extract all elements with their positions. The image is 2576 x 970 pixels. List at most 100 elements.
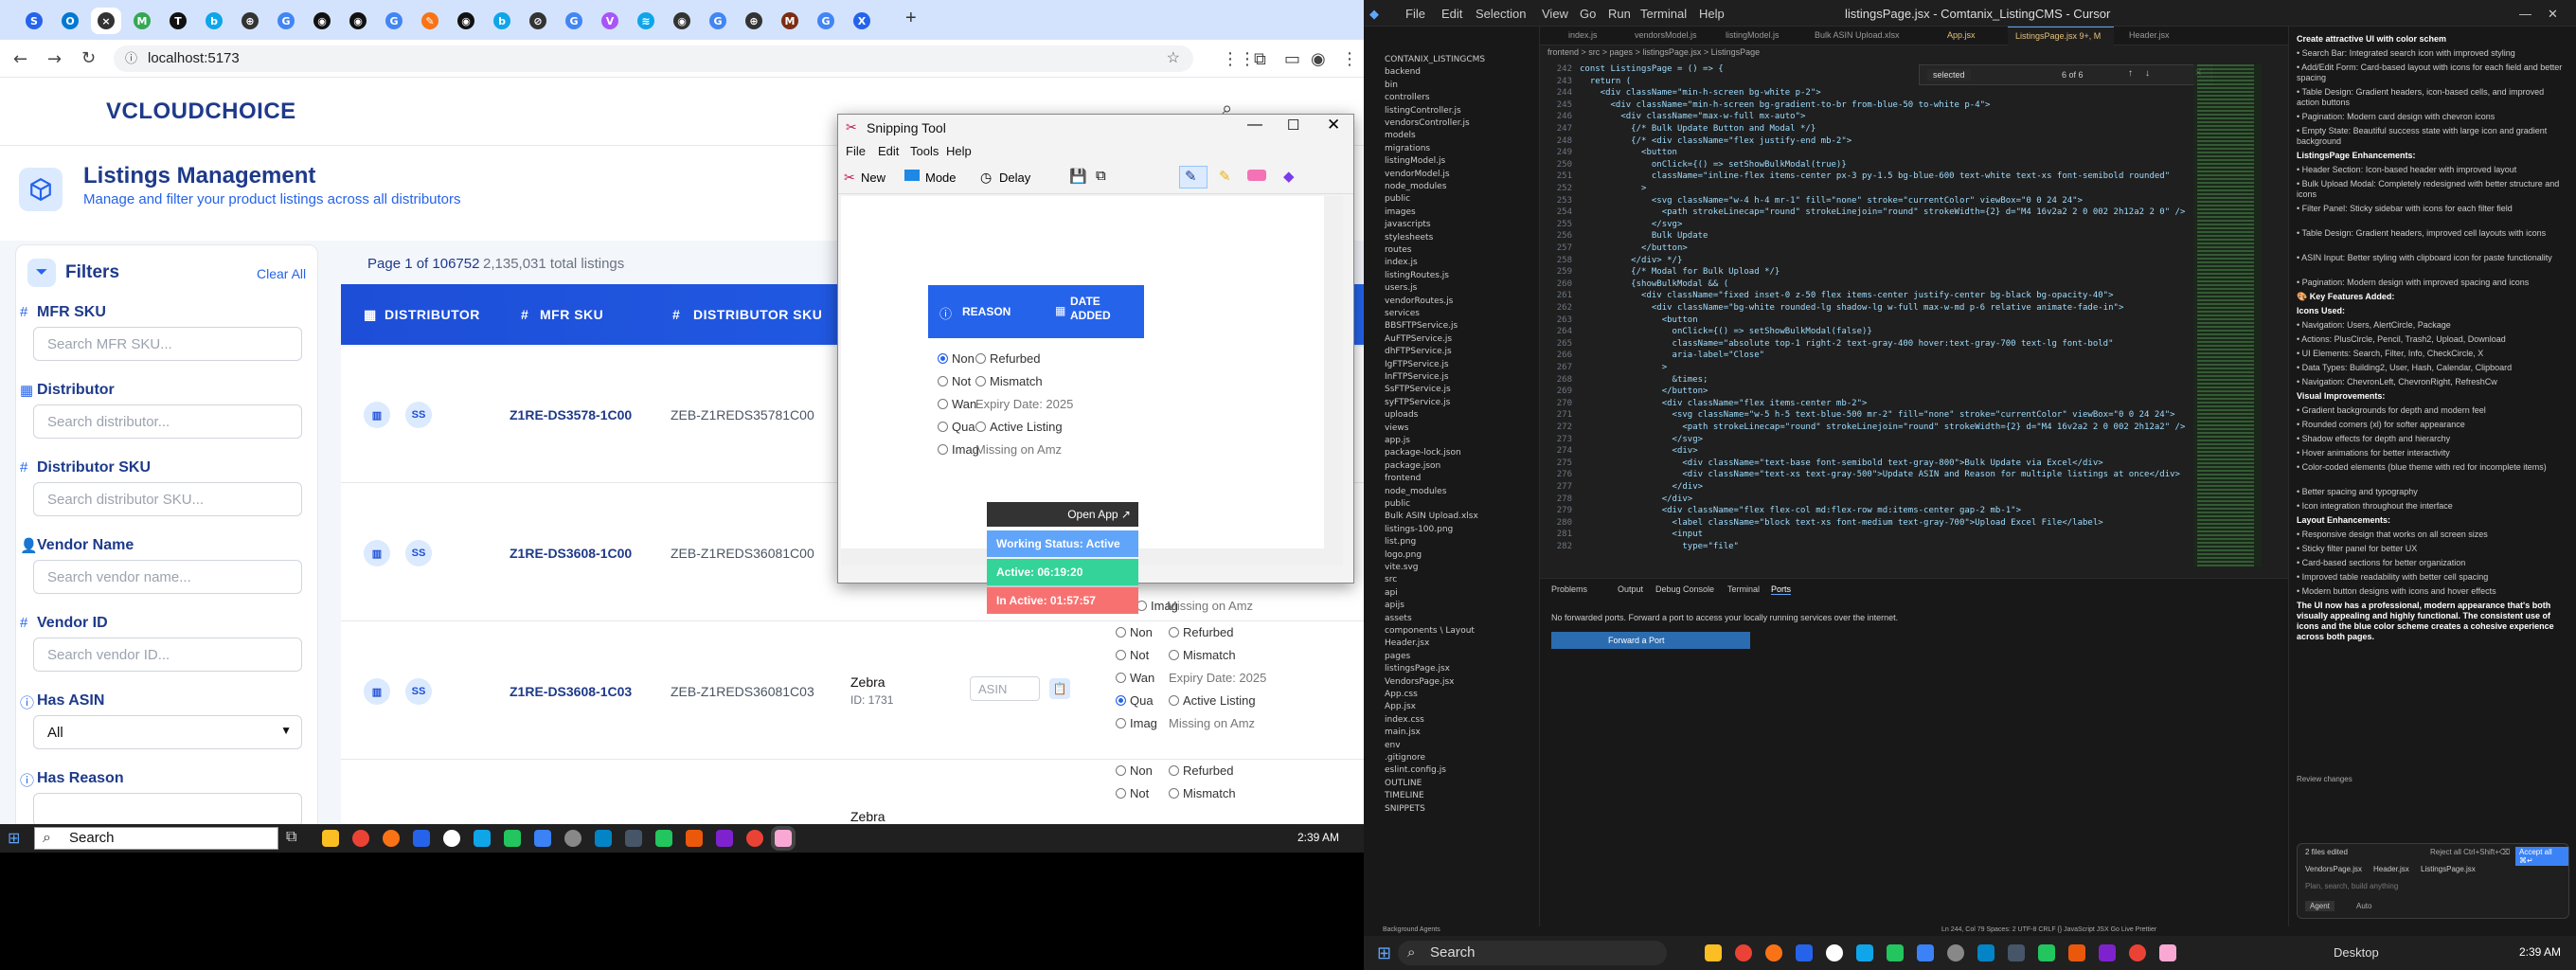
model-auto[interactable]: Auto [2356,902,2371,910]
file-tree-item[interactable]: javascripts [1385,220,1431,229]
panel-tab-debug[interactable]: Debug Console [1655,584,1714,594]
onenote-icon[interactable] [2099,944,2116,961]
clipboard-icon[interactable]: 📋 [1049,678,1070,699]
app-icon[interactable] [655,830,672,847]
file-tree-item[interactable]: list.png [1385,537,1416,547]
new-snip-icon[interactable]: ✂ [844,170,855,186]
excel-icon[interactable] [1887,944,1904,961]
browser-tab[interactable]: G [379,8,409,34]
forward-icon[interactable]: → [47,49,62,69]
distributor-sku-input[interactable]: Search distributor SKU... [33,482,302,516]
menu-view[interactable]: View [1542,7,1568,21]
reject-all-button[interactable]: Reject all Ctrl+Shift+⌫ [2430,848,2510,856]
app-icon[interactable] [2068,944,2085,961]
file-tree-item[interactable]: VendorsPage.jsx [1385,677,1454,687]
file-tree-item[interactable]: IgFTPService.js [1385,360,1449,369]
app-icon[interactable] [474,830,491,847]
find-input[interactable]: selected [1927,69,1971,81]
file-tree-item[interactable]: controllers [1385,93,1430,102]
code-line[interactable]: </svg> [1580,435,1704,444]
tab-header[interactable]: Header.jsx [2129,30,2170,40]
file-tree-item[interactable]: assets [1385,614,1412,623]
file-tree-item[interactable]: package-lock.json [1385,448,1461,458]
onenote-icon[interactable] [716,830,733,847]
accept-all-button[interactable]: Accept all ⌘↵ [2515,847,2568,866]
tab-bulk-xlsx[interactable]: Bulk ASIN Upload.xlsx [1815,30,1900,40]
menu-edit[interactable]: Edit [878,144,899,158]
tab-listings-page[interactable]: ListingsPage.jsx 9+, M [2008,27,2114,45]
find-next-icon[interactable]: ↓ [2145,68,2150,79]
code-line[interactable]: onClick={() => setShowBulkModal(true)} [1580,160,1847,170]
forward-port-button[interactable]: Forward a Port [1551,632,1750,649]
vscode-icon[interactable] [534,830,551,847]
file-tree-item[interactable]: src [1385,575,1397,584]
tab-vendors-model[interactable]: vendorsModel.js [1635,30,1697,40]
menu-terminal[interactable]: Terminal [1640,7,1687,21]
menu-file[interactable]: File [1405,7,1425,21]
windows-start-icon[interactable]: ⊞ [8,829,20,848]
task-view-icon[interactable]: ⧉ [286,829,296,846]
review-changes[interactable]: Review changes [2297,775,2352,783]
browser-tab[interactable]: M [127,8,157,34]
code-line[interactable]: </button> [1580,243,1688,253]
file-tree-item[interactable]: services [1385,309,1420,318]
reason-option[interactable]: Mismatch [1169,648,1236,662]
browser-tab[interactable]: ⊕ [739,8,769,34]
browser-tab[interactable]: V [595,8,625,34]
code-line[interactable]: <div> [1580,446,1698,456]
code-line[interactable]: </div> [1580,482,1704,492]
code-line[interactable]: <button [1580,148,1677,157]
file-tree-item[interactable]: users.js [1385,283,1417,293]
save-icon[interactable]: 💾 [1069,168,1087,185]
browser-tab[interactable]: G [271,8,301,34]
file-tree-item[interactable]: OUTLINE [1385,779,1422,788]
menu-help[interactable]: Help [946,144,972,158]
reason-option[interactable]: Refurbed [1169,763,1233,778]
browser-tab[interactable]: G [703,8,733,34]
file-tree-item[interactable]: TIMELINE [1385,791,1424,800]
app-icon[interactable] [2008,944,2025,961]
browser-tab[interactable]: × [91,8,121,34]
file-tree-item[interactable]: Header.jsx [1385,638,1429,648]
file-tree-item[interactable]: package.json [1385,461,1440,471]
code-line[interactable]: <div className="text-xs text-gray-500">U… [1580,470,2180,479]
firefox-icon[interactable] [383,830,400,847]
file-explorer-icon[interactable] [322,830,339,847]
bookmark-star-icon[interactable]: ☆ [1167,45,1180,72]
app-icon[interactable] [443,830,460,847]
new-tab-icon[interactable]: + [905,8,917,29]
file-tree-item[interactable]: frontend [1385,474,1421,483]
file-tree-item[interactable]: vendorsController.js [1385,118,1470,128]
tab-app[interactable]: App.jsx [1947,30,1976,40]
code-line[interactable]: </button> [1580,386,1708,396]
reason-option[interactable]: Wan [1116,671,1154,685]
reason-option[interactable]: Active Listing [1169,693,1256,708]
file-tree-item[interactable]: backend [1385,67,1421,77]
code-line[interactable]: > [1580,184,1646,193]
file-tree-item[interactable]: BBSFTPService.js [1385,321,1458,331]
menu-tools[interactable]: Tools [910,144,939,158]
code-line[interactable]: const ListingsPage = () => { [1580,64,1724,74]
file-tree-item[interactable]: migrations [1385,144,1430,153]
file-tree-item[interactable]: models [1385,131,1416,140]
file-tree-item[interactable]: index.js [1385,258,1418,267]
settings-icon[interactable] [564,830,581,847]
site-info-icon[interactable]: ⓘ [125,45,137,72]
file-tree-item[interactable]: SsFTPService.js [1385,385,1451,394]
code-line[interactable]: <button [1580,315,1698,325]
code-line[interactable]: return ( [1580,77,1631,86]
browser-tab[interactable]: ⊘ [523,8,553,34]
browser-tab[interactable]: ◉ [667,8,697,34]
code-line[interactable]: <div className="flex flex-col md:flex-ro… [1580,506,2021,515]
col-mfr-sku[interactable]: MFR SKU [540,307,603,322]
browser-tab[interactable]: b [487,8,517,34]
file-tree-item[interactable]: listingRoutes.js [1385,271,1449,280]
menu-edit[interactable]: Edit [1441,7,1462,21]
eraser-icon[interactable] [1247,170,1266,181]
file-tree-item[interactable]: logo.png [1385,550,1422,560]
windows-start-icon[interactable]: ⊞ [1377,943,1391,963]
chat-file-chip[interactable]: Header.jsx [2373,865,2409,873]
menu-run[interactable]: Run [1608,7,1631,21]
minimap[interactable] [2193,64,2262,566]
file-tree-item[interactable]: listingsPage.jsx [1385,664,1450,674]
